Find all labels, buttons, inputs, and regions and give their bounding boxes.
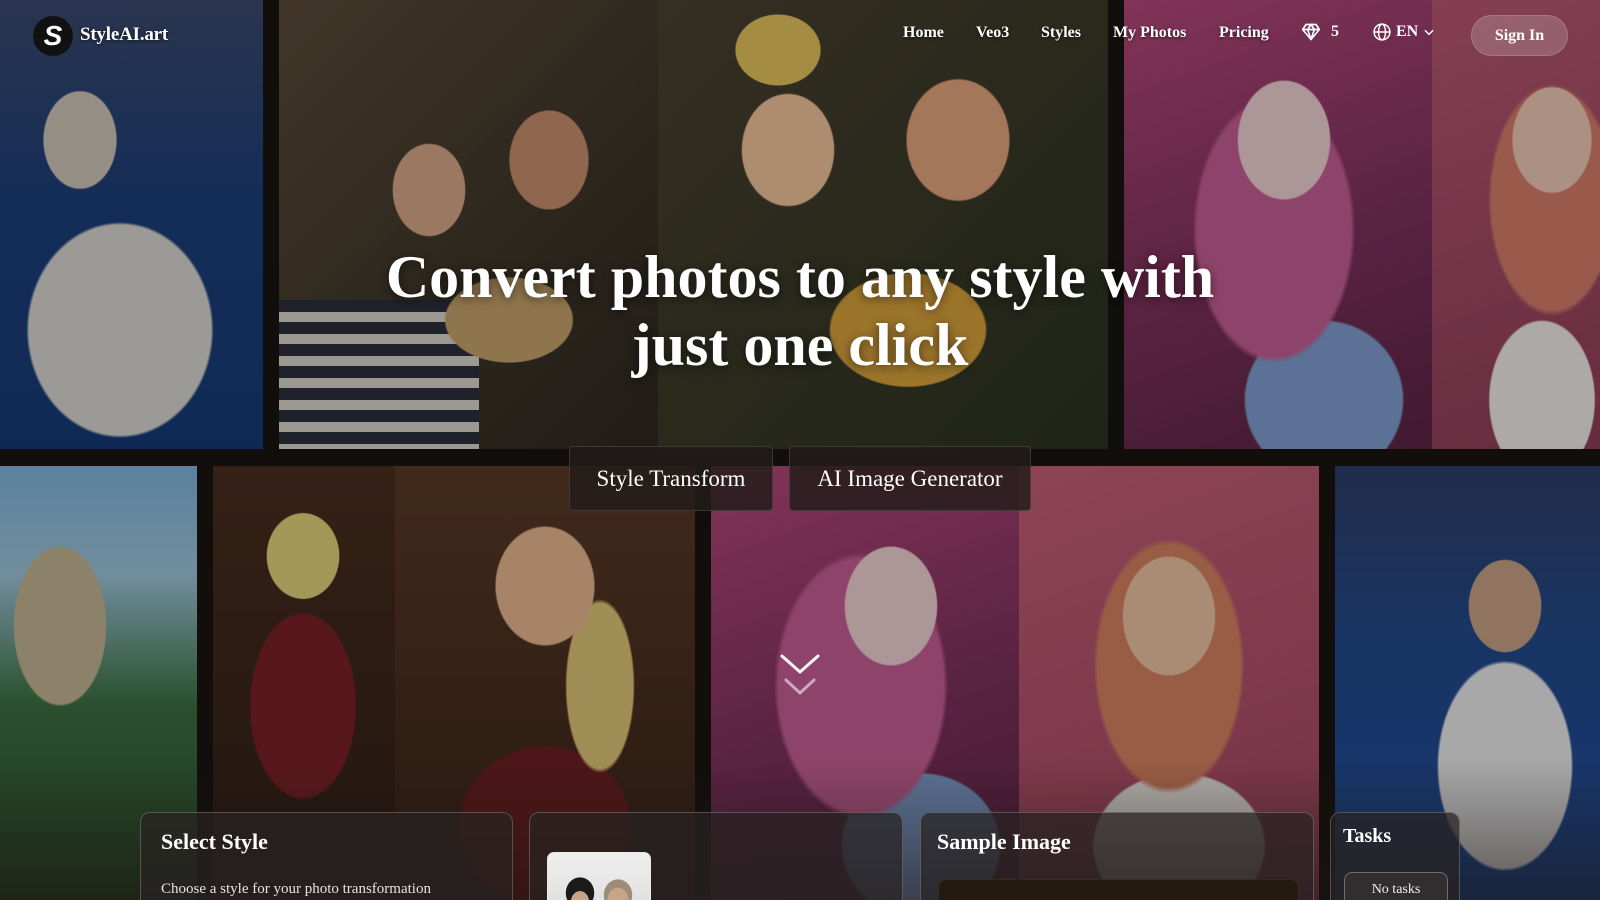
sample-image-preview[interactable] xyxy=(938,879,1299,900)
sample-image-title: Sample Image xyxy=(937,829,1071,854)
nav-my-photos[interactable]: My Photos xyxy=(1113,24,1186,42)
nav-home[interactable]: Home xyxy=(903,24,944,42)
credits-value: 5 xyxy=(1331,23,1339,40)
no-tasks-badge: No tasks xyxy=(1344,872,1448,900)
tasks-title: Tasks xyxy=(1343,825,1392,847)
diamond-icon xyxy=(1301,23,1321,41)
select-style-subtitle: Choose a style for your photo transforma… xyxy=(161,881,431,897)
nav-styles[interactable]: Styles xyxy=(1041,24,1081,42)
chevron-down-icon xyxy=(1424,29,1434,36)
tasks-card: Tasks No tasks xyxy=(1330,812,1460,900)
brand-name[interactable]: StyleAI.art xyxy=(80,24,168,46)
select-style-card: Select Style Choose a style for your pho… xyxy=(140,812,513,900)
language-value: EN xyxy=(1396,23,1419,40)
logo-icon[interactable]: S xyxy=(33,16,73,56)
hero-title-line-1: Convert photos to any style with xyxy=(385,244,1215,310)
hero-title-line-2: just one click xyxy=(631,312,969,378)
hero-title: Convert photos to any style with just on… xyxy=(300,243,1300,379)
nav-veo3[interactable]: Veo3 xyxy=(976,24,1009,42)
globe-icon xyxy=(1373,23,1391,41)
tab-ai-image-generator[interactable]: AI Image Generator xyxy=(789,446,1031,511)
select-style-title: Select Style xyxy=(161,829,268,854)
credits-counter[interactable]: 5 xyxy=(1301,22,1339,42)
nav-pricing[interactable]: Pricing xyxy=(1219,24,1269,42)
sign-in-button[interactable]: Sign In xyxy=(1471,15,1568,56)
sample-image-card: Sample Image xyxy=(920,812,1314,900)
logo-letter: S xyxy=(43,20,63,51)
upload-card xyxy=(529,812,903,900)
top-navbar: S StyleAI.art Home Veo3 Styles My Photos… xyxy=(0,0,1600,72)
language-selector[interactable]: EN xyxy=(1372,22,1436,42)
tab-style-transform[interactable]: Style Transform xyxy=(569,446,773,511)
scroll-down-icon[interactable] xyxy=(779,650,821,710)
uploaded-photo-thumbnail[interactable] xyxy=(547,852,651,900)
